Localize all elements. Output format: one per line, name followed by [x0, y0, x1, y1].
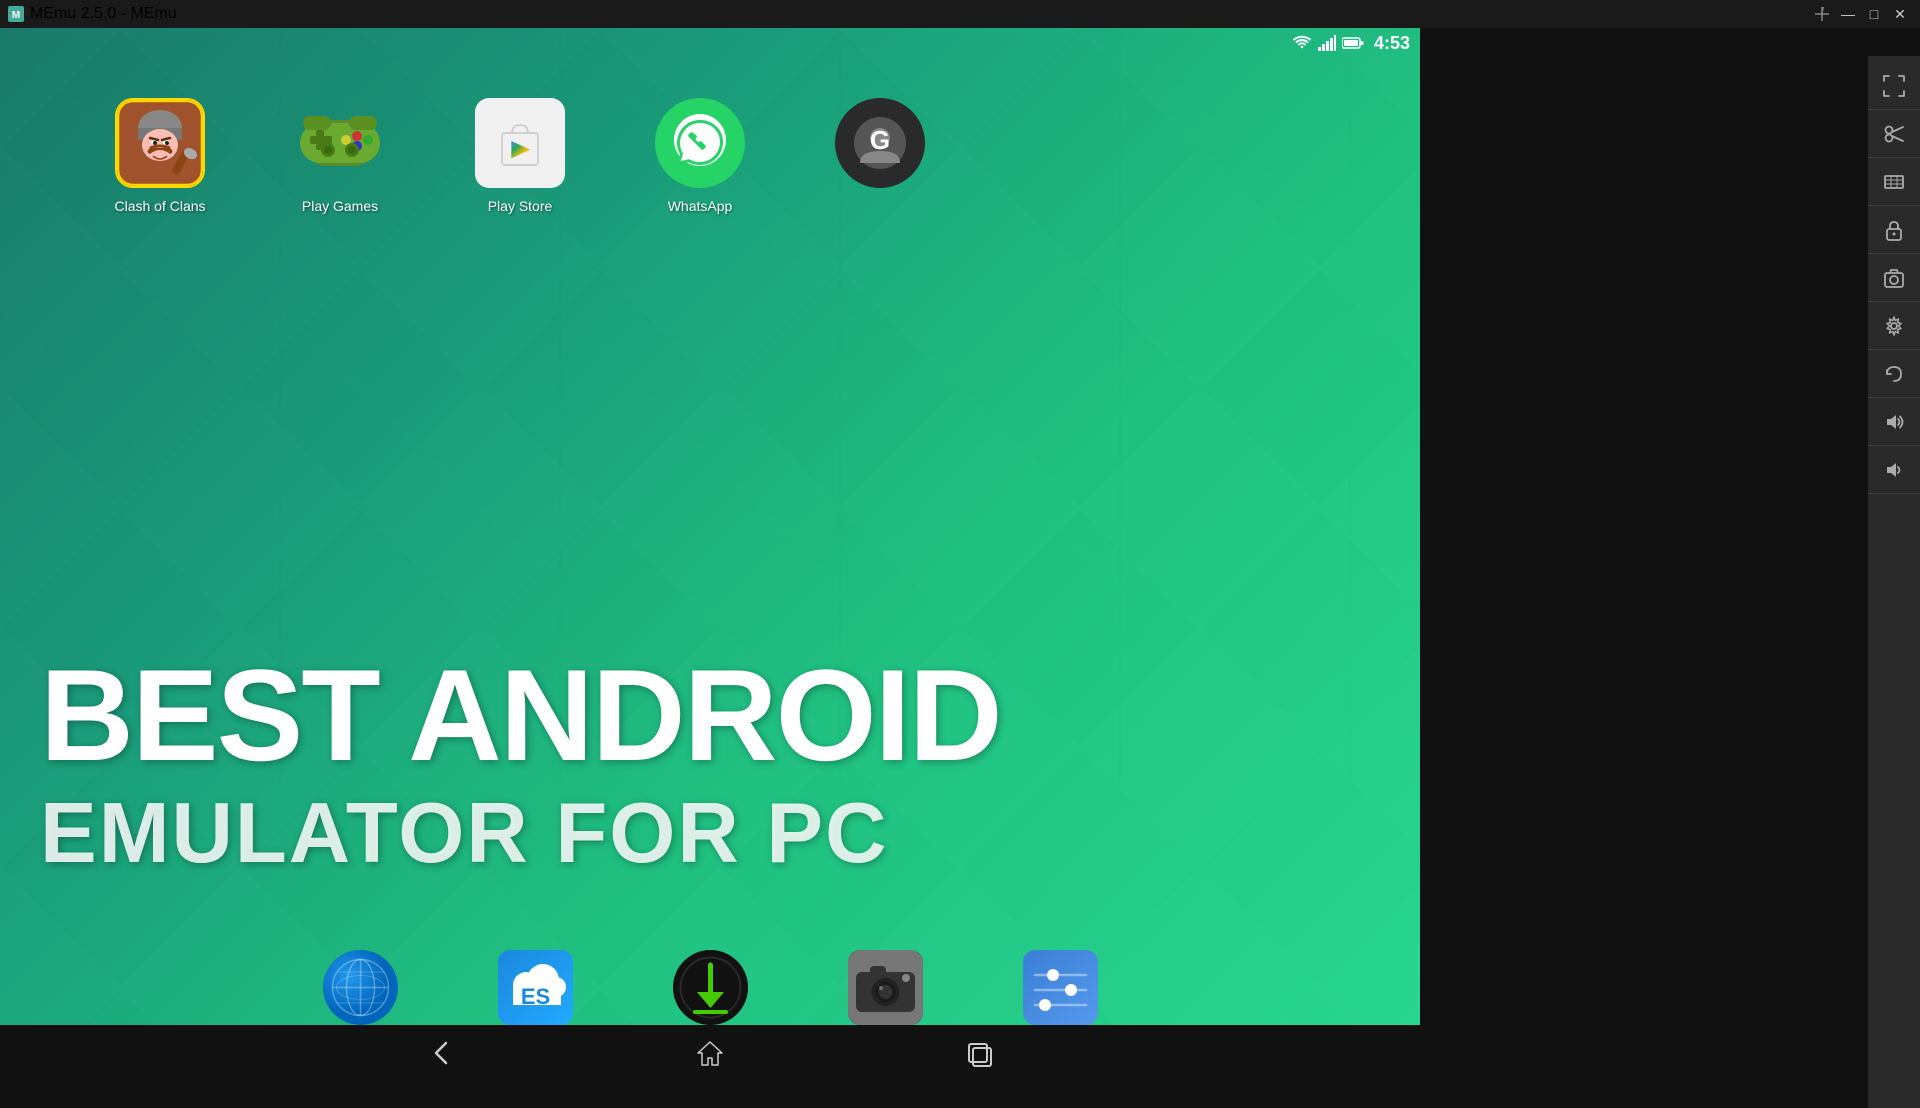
big-text-line1: BEST ANDROID [40, 644, 1340, 787]
minimize-button[interactable]: — [1836, 4, 1860, 24]
close-button[interactable]: ✕ [1888, 4, 1912, 24]
clash-of-clans-label: Clash of Clans [114, 198, 205, 214]
wifi-icon [1292, 35, 1312, 51]
status-time: 4:53 [1374, 33, 1410, 54]
title-text: MEmu 2.5.0 - MEmu [30, 5, 177, 23]
battery-icon [1342, 36, 1364, 50]
title-bar: M MEmu 2.5.0 - MEmu — □ ✕ [0, 0, 1920, 28]
app-google[interactable]: G [820, 98, 940, 198]
app-whatsapp[interactable]: WhatsApp [640, 98, 760, 214]
svg-text:G: G [870, 125, 890, 155]
bottom-dock: ES [0, 950, 1420, 1025]
dock-es-explorer[interactable]: ES [498, 950, 573, 1025]
play-store-label: Play Store [488, 198, 553, 214]
app-play-games[interactable]: Play Games [280, 98, 400, 214]
app-grid: Clash of Clans [100, 98, 940, 214]
restore-button[interactable] [1868, 350, 1920, 398]
svg-text:M: M [12, 10, 20, 21]
right-toolbar [1868, 56, 1920, 1108]
app-play-store[interactable]: Play Store [460, 98, 580, 214]
title-settings-button[interactable] [1810, 4, 1834, 24]
google-icon: G [835, 98, 925, 188]
back-button[interactable] [428, 1039, 456, 1067]
whatsapp-icon [655, 98, 745, 188]
settings-button[interactable] [1868, 302, 1920, 350]
clash-of-clans-icon [115, 98, 205, 188]
home-button[interactable] [696, 1039, 724, 1067]
title-bar-controls: — □ ✕ [1810, 4, 1912, 24]
dock-camera[interactable] [848, 950, 923, 1025]
recents-button[interactable] [964, 1039, 992, 1067]
status-bar: 4:53 [1220, 28, 1420, 58]
volume-down-button[interactable] [1868, 446, 1920, 494]
android-screen: 4:53 [0, 28, 1420, 1080]
dock-downloader[interactable] [673, 950, 748, 1025]
dock-settings[interactable] [1023, 950, 1098, 1025]
lock-button[interactable] [1868, 206, 1920, 254]
signal-icon [1318, 35, 1336, 51]
app-clash-of-clans[interactable]: Clash of Clans [100, 98, 220, 214]
whatsapp-label: WhatsApp [668, 198, 733, 214]
svg-text:ES: ES [520, 984, 549, 1009]
play-games-label: Play Games [302, 198, 378, 214]
play-store-icon [475, 98, 565, 188]
fullscreen-button[interactable] [1868, 62, 1920, 110]
resize-button[interactable] [1868, 158, 1920, 206]
app-logo-icon: M [8, 6, 24, 22]
title-bar-left: M MEmu 2.5.0 - MEmu [8, 5, 177, 23]
big-text-line2: EMULATOR FOR PC [40, 787, 1340, 881]
navigation-bar [0, 1025, 1420, 1080]
volume-up-button[interactable] [1868, 398, 1920, 446]
big-text-overlay: BEST ANDROID EMULATOR FOR PC [40, 644, 1340, 881]
restore-button[interactable]: □ [1862, 4, 1886, 24]
dock-browser[interactable] [323, 950, 398, 1025]
scissors-button[interactable] [1868, 110, 1920, 158]
play-games-icon [295, 98, 385, 188]
screenshot-button[interactable] [1868, 254, 1920, 302]
